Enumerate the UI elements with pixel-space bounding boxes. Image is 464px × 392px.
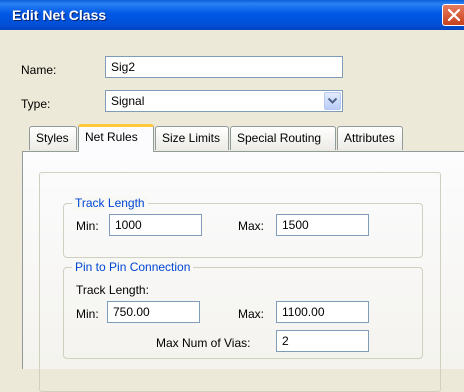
window-title: Edit Net Class (12, 7, 107, 23)
chevron-down-icon (328, 98, 337, 104)
pin-max-label: Max: (238, 307, 265, 321)
pin-to-pin-title: Pin to Pin Connection (72, 260, 194, 274)
track-max-input[interactable]: 1500 (276, 214, 369, 236)
type-label: Type: (21, 97, 51, 111)
track-min-label: Min: (76, 219, 99, 233)
name-label: Name: (21, 63, 57, 77)
tab-size-limits-label: Size Limits (162, 131, 221, 145)
name-input[interactable]: Sig2 (105, 56, 343, 78)
pin-min-label: Min: (76, 307, 99, 321)
title-bar[interactable]: Edit Net Class (0, 0, 464, 30)
tab-styles[interactable]: Styles (29, 126, 77, 150)
type-select-value: Signal (111, 94, 145, 108)
track-min-input[interactable]: 1000 (109, 214, 202, 236)
tab-net-rules[interactable]: Net Rules (78, 124, 154, 152)
net-rules-panel: Track Length Min: 1000 Max: 1500 Pin to … (22, 151, 464, 392)
close-button[interactable] (442, 4, 464, 26)
max-vias-label: Max Num of Vias: (156, 336, 251, 350)
pin-max-input[interactable]: 1100.00 (276, 301, 369, 323)
tab-special-routing[interactable]: Special Routing (230, 126, 336, 150)
close-icon (448, 9, 460, 21)
type-select[interactable]: Signal (105, 90, 343, 112)
pin-min-input[interactable]: 750.00 (107, 301, 200, 323)
pin-track-length-label: Track Length: (76, 283, 149, 297)
tab-styles-label: Styles (36, 131, 69, 145)
tab-special-routing-label: Special Routing (237, 131, 322, 145)
tab-attributes-label: Attributes (344, 131, 395, 145)
tab-net-rules-label: Net Rules (85, 130, 138, 144)
tab-size-limits[interactable]: Size Limits (155, 126, 229, 150)
tab-attributes[interactable]: Attributes (337, 126, 403, 150)
type-dropdown-button[interactable] (324, 92, 341, 110)
track-length-title: Track Length (72, 196, 148, 210)
track-max-label: Max: (238, 219, 265, 233)
max-vias-input[interactable]: 2 (276, 330, 369, 352)
